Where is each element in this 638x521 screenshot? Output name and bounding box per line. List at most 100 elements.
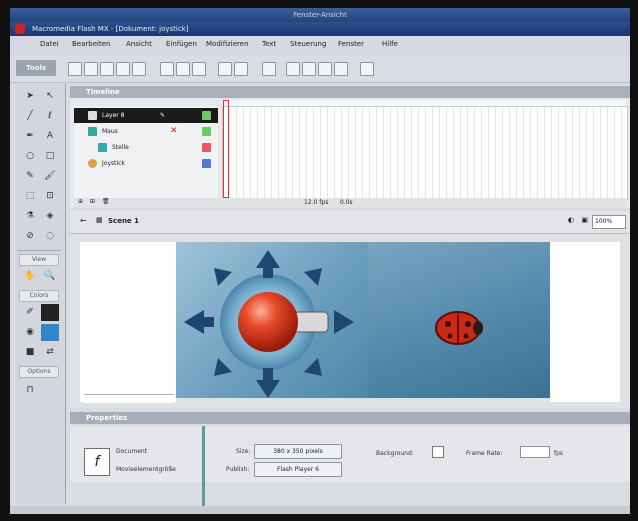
size-button[interactable]: 380 x 350 pixels <box>254 444 342 459</box>
new-file-icon[interactable] <box>68 62 82 76</box>
app-title-text: Macromedia Flash MX - [Dokument: joystic… <box>32 25 189 33</box>
properties-title[interactable]: Properties <box>70 412 630 424</box>
menu-insert[interactable]: Einfügen <box>166 40 197 48</box>
print-icon[interactable] <box>116 62 130 76</box>
menu-modify[interactable]: Modifizieren <box>206 40 249 48</box>
snap-magnet-icon[interactable]: ⊓ <box>21 382 39 399</box>
fill-color-swatch[interactable] <box>41 324 59 341</box>
rectangle-tool-icon[interactable]: □ <box>41 148 59 165</box>
layer-color-icon <box>202 159 211 168</box>
zoom-dropdown[interactable]: 100% <box>592 215 626 229</box>
frame-rate-input[interactable] <box>520 446 550 458</box>
scale-icon[interactable] <box>334 62 348 76</box>
edit-symbol-icon[interactable]: ◐ <box>568 216 574 224</box>
swap-colors-icon[interactable]: ⇄ <box>41 344 59 361</box>
add-layer-icon[interactable]: ⊕ <box>78 198 83 205</box>
layer-row[interactable]: Joystick <box>74 156 218 171</box>
layer-row[interactable]: Stelle <box>74 140 218 155</box>
eyedropper-tool-icon[interactable]: ⊘ <box>21 228 39 245</box>
stage-area[interactable] <box>70 234 630 408</box>
main-toolbar <box>10 54 630 83</box>
brush-tool-icon[interactable]: 🖌 <box>41 168 59 185</box>
add-folder-icon[interactable]: ⊞ <box>90 198 95 205</box>
cut-icon[interactable] <box>160 62 174 76</box>
tools-separator <box>17 250 61 251</box>
app-title-bar: Macromedia Flash MX - [Dokument: joystic… <box>10 22 630 36</box>
menu-edit[interactable]: Bearbeiten <box>72 40 110 48</box>
open-file-icon[interactable] <box>84 62 98 76</box>
menu-file[interactable]: Datei <box>40 40 59 48</box>
pencil-icon: ✎ <box>160 112 166 119</box>
horizontal-scrollbar[interactable] <box>84 394 174 403</box>
pen-tool-icon[interactable]: ✒ <box>21 128 39 145</box>
save-icon[interactable] <box>100 62 114 76</box>
menu-text[interactable]: Text <box>262 40 276 48</box>
lasso-tool-icon[interactable]: ℓ <box>41 108 59 125</box>
layer-color-icon <box>202 143 211 152</box>
stroke-color-swatch[interactable] <box>41 304 59 321</box>
frame-rate-label: Frame Rate: <box>466 450 503 457</box>
publish-button[interactable]: Flash Player 6 <box>254 462 342 477</box>
background-label: Background: <box>376 450 414 457</box>
copy-icon[interactable] <box>176 62 190 76</box>
zoom-tool-icon[interactable]: 🔍 <box>41 268 59 285</box>
ink-bottle-tool-icon[interactable]: ⚗ <box>21 208 39 225</box>
scene-bar: ← ▦ Scene 1 ◐ ▣ 100% <box>70 211 630 234</box>
guide-layer-icon <box>88 159 97 168</box>
tools-panel: ➤ ↖ ╱ ℓ ✒ A ○ □ ✎ 🖌 ⬚ ⊡ ⚗ ◈ ⊘ ◌ View ✋ 🔍… <box>15 84 66 504</box>
menu-window[interactable]: Fenster <box>338 40 364 48</box>
arrow-up-right <box>304 268 322 286</box>
print-preview-icon[interactable] <box>132 62 146 76</box>
undo-icon[interactable] <box>218 62 232 76</box>
flash-logo-icon <box>15 24 25 34</box>
layer-icon <box>98 143 107 152</box>
layer-icon <box>88 127 97 136</box>
timeline-frames[interactable] <box>222 106 628 200</box>
default-colors-icon[interactable]: ■ <box>21 344 39 361</box>
line-tool-icon[interactable]: ╱ <box>21 108 39 125</box>
fps-unit: fps <box>554 450 564 457</box>
free-transform-tool-icon[interactable]: ⬚ <box>21 188 39 205</box>
subselect-tool-icon[interactable]: ↖ <box>41 88 59 105</box>
layer-row-selected[interactable]: Layer 8 ✎ <box>74 108 218 123</box>
playhead[interactable] <box>223 100 229 198</box>
arrow-tool-icon[interactable]: ➤ <box>21 88 39 105</box>
align-icon[interactable] <box>360 62 374 76</box>
layer-row[interactable]: Maus ✕ <box>74 124 218 139</box>
stage-ladybug-panel[interactable] <box>368 242 550 398</box>
edit-scene-icon[interactable]: ▣ <box>581 216 588 224</box>
document-name: Movieelementgröße <box>116 466 176 473</box>
menu-view[interactable]: Ansicht <box>126 40 152 48</box>
stage-joystick-panel[interactable] <box>176 242 368 398</box>
straighten-icon[interactable] <box>302 62 316 76</box>
text-tool-icon[interactable]: A <box>41 128 59 145</box>
hidden-x-icon[interactable]: ✕ <box>170 124 178 139</box>
paint-bucket-tool-icon[interactable]: ◈ <box>41 208 59 225</box>
oval-tool-icon[interactable]: ○ <box>21 148 39 165</box>
redo-icon[interactable] <box>234 62 248 76</box>
fill-transform-tool-icon[interactable]: ⊡ <box>41 188 59 205</box>
arrow-down-right <box>304 358 322 376</box>
arrow-right <box>334 310 354 334</box>
back-arrow-icon[interactable]: ← <box>80 216 87 225</box>
menu-help[interactable]: Hilfe <box>382 40 398 48</box>
frame-rate-readout: 12.0 fps <box>304 199 329 206</box>
properties-body: f Document Movieelementgröße Size: 380 x… <box>70 426 630 482</box>
delete-layer-icon[interactable]: 🗑 <box>102 198 110 205</box>
timeline-title[interactable]: Timeline <box>70 86 630 98</box>
joystick-ball <box>238 292 298 352</box>
snap-icon[interactable] <box>262 62 276 76</box>
rotate-icon[interactable] <box>318 62 332 76</box>
scene-name[interactable]: Scene 1 <box>108 217 139 225</box>
fill-color-icon[interactable]: ◉ <box>21 324 39 341</box>
smooth-icon[interactable] <box>286 62 300 76</box>
pencil-tool-icon[interactable]: ✎ <box>21 168 39 185</box>
layer-icon <box>88 111 97 120</box>
hand-tool-icon[interactable]: ✋ <box>21 268 39 285</box>
stroke-color-icon[interactable]: ✐ <box>21 304 39 321</box>
paste-icon[interactable] <box>192 62 206 76</box>
menu-control[interactable]: Steuerung <box>290 40 326 48</box>
timeline-footer: ⊕ ⊞ 🗑 12.0 fps 0.0s <box>74 198 626 208</box>
eraser-tool-icon[interactable]: ◌ <box>41 228 59 245</box>
background-color-swatch[interactable] <box>432 446 444 458</box>
